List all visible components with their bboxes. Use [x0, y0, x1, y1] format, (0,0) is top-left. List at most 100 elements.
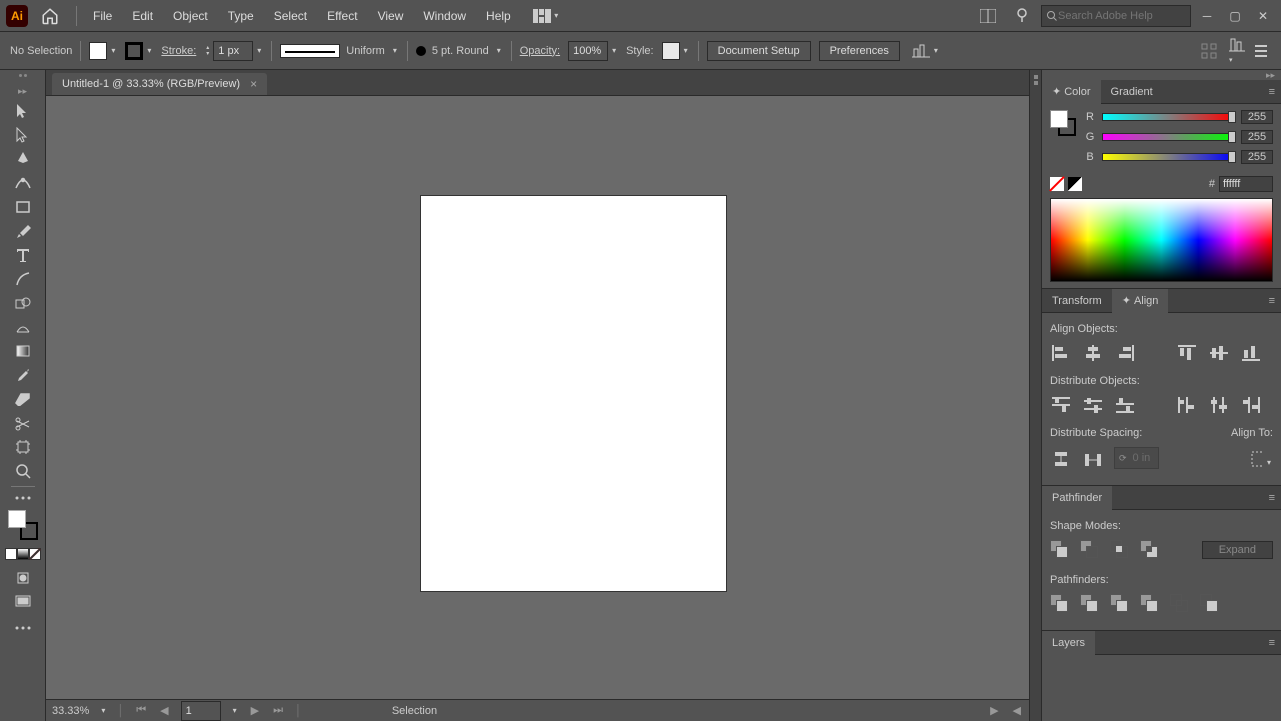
eyedropper-tool[interactable]: [8, 363, 38, 387]
align-right[interactable]: [1114, 343, 1136, 361]
tab-color[interactable]: ✦Color: [1042, 80, 1101, 104]
blue-slider[interactable]: B255: [1084, 150, 1273, 164]
direct-selection-tool[interactable]: [8, 123, 38, 147]
black-white-swatch[interactable]: [1068, 177, 1082, 191]
pen-tool[interactable]: [8, 147, 38, 171]
align-left[interactable]: [1050, 343, 1072, 361]
tab-align[interactable]: ✦Align: [1112, 289, 1169, 313]
red-slider[interactable]: R255: [1084, 110, 1273, 124]
scroll-right[interactable]: ▶: [988, 704, 1000, 717]
zoom-level[interactable]: 33.33%: [52, 705, 89, 717]
document-setup-button[interactable]: Document Setup: [707, 41, 811, 61]
stroke-weight[interactable]: ▴▾ 1 px▾: [204, 40, 263, 62]
document-tab[interactable]: Untitled-1 @ 33.33% (RGB/Preview) ×: [52, 73, 267, 95]
dist-space-v[interactable]: [1050, 449, 1072, 467]
gradient-tool[interactable]: [8, 339, 38, 363]
paintbrush-tool[interactable]: [8, 219, 38, 243]
first-artboard[interactable]: ⏮: [134, 704, 148, 717]
workspace-switcher[interactable]: ▾: [531, 5, 561, 27]
color-fill-stroke[interactable]: [1050, 110, 1076, 136]
dist-left[interactable]: [1176, 395, 1198, 413]
opacity-input[interactable]: 100%▾: [568, 40, 618, 62]
collapse-panels[interactable]: ▸▸: [1042, 70, 1281, 80]
unite[interactable]: [1050, 540, 1070, 560]
green-slider[interactable]: G255: [1084, 130, 1273, 144]
brush-definition[interactable]: Uniform▾: [280, 40, 399, 62]
tab-pathfinder[interactable]: Pathfinder: [1042, 486, 1112, 510]
intersect[interactable]: [1110, 540, 1130, 560]
transform-panel-icon[interactable]: [1201, 43, 1217, 59]
screen-mode[interactable]: [8, 590, 38, 614]
hex-input[interactable]: [1219, 176, 1273, 192]
scissors-tool[interactable]: [8, 411, 38, 435]
tab-layers[interactable]: Layers: [1042, 631, 1095, 655]
panel-grip[interactable]: [8, 74, 38, 80]
trim[interactable]: [1080, 594, 1100, 614]
color-spectrum[interactable]: [1050, 198, 1273, 282]
color-mode-selector[interactable]: [5, 548, 41, 560]
align-vcenter[interactable]: [1208, 343, 1230, 361]
dist-right[interactable]: [1240, 395, 1262, 413]
eraser-tool[interactable]: [8, 387, 38, 411]
exclude[interactable]: [1140, 540, 1160, 560]
fill-control[interactable]: ▾: [89, 40, 117, 62]
maximize-button[interactable]: ▢: [1223, 8, 1247, 24]
close-button[interactable]: ✕: [1251, 8, 1275, 24]
dist-top[interactable]: [1050, 395, 1072, 413]
tab-gradient[interactable]: Gradient: [1101, 80, 1163, 104]
rectangle-tool[interactable]: [8, 195, 38, 219]
more-tools[interactable]: [8, 620, 38, 636]
crop[interactable]: [1140, 594, 1160, 614]
scroll-left[interactable]: ◀: [1011, 704, 1023, 717]
menu-effect[interactable]: Effect: [317, 0, 367, 32]
search-input[interactable]: [1058, 10, 1178, 22]
artboard[interactable]: [421, 196, 726, 591]
none-swatch[interactable]: [1050, 177, 1064, 191]
type-tool[interactable]: [8, 243, 38, 267]
menu-select[interactable]: Select: [264, 0, 317, 32]
merge[interactable]: [1110, 594, 1130, 614]
divide[interactable]: [1050, 594, 1070, 614]
menu-object[interactable]: Object: [163, 0, 218, 32]
edit-toolbar[interactable]: [8, 490, 38, 506]
menu-edit[interactable]: Edit: [122, 0, 163, 32]
expand-tools[interactable]: ▸▸: [16, 84, 29, 99]
stroke-control[interactable]: ▾: [125, 40, 153, 62]
draw-mode[interactable]: [8, 566, 38, 590]
menu-type[interactable]: Type: [218, 0, 264, 32]
align-bottom[interactable]: [1240, 343, 1262, 361]
variable-width-profile[interactable]: 5 pt. Round▾: [416, 40, 503, 62]
align-panel-icon[interactable]: ▾: [1227, 37, 1245, 65]
menu-view[interactable]: View: [368, 0, 414, 32]
align-to-selector[interactable]: ▾: [1251, 449, 1273, 467]
search-box[interactable]: [1041, 5, 1191, 27]
menu-help[interactable]: Help: [476, 0, 521, 32]
curvature-tool[interactable]: [8, 171, 38, 195]
menu-file[interactable]: File: [83, 0, 122, 32]
fill-stroke-swatch[interactable]: [8, 510, 38, 540]
outline[interactable]: [1170, 594, 1190, 614]
spacing-value[interactable]: ⟳0 in: [1114, 447, 1159, 469]
dist-hcenter[interactable]: [1208, 395, 1230, 413]
minus-front[interactable]: [1080, 540, 1100, 560]
dist-space-h[interactable]: [1082, 449, 1104, 467]
free-transform-tool[interactable]: [8, 315, 38, 339]
close-tab-icon[interactable]: ×: [250, 77, 257, 91]
zoom-tool[interactable]: [8, 459, 38, 483]
gpu-performance-icon[interactable]: [1007, 5, 1037, 27]
last-artboard[interactable]: ⏭: [271, 704, 285, 717]
next-artboard[interactable]: ▶: [249, 704, 261, 717]
artboard-tool[interactable]: [8, 435, 38, 459]
color-panel-menu[interactable]: ≡: [1263, 86, 1281, 98]
layers-panel-menu[interactable]: ≡: [1263, 637, 1281, 649]
panel-menu-icon[interactable]: [1255, 45, 1271, 57]
menu-window[interactable]: Window: [413, 0, 476, 32]
dist-bottom[interactable]: [1114, 395, 1136, 413]
tab-transform[interactable]: Transform: [1042, 289, 1112, 313]
align-panel-menu[interactable]: ≡: [1263, 295, 1281, 307]
shape-builder-tool[interactable]: [8, 291, 38, 315]
minimize-button[interactable]: ─: [1195, 8, 1219, 24]
artboard-number[interactable]: 1: [181, 701, 221, 721]
prev-artboard[interactable]: ◀: [158, 704, 170, 717]
panel-dock-collapse[interactable]: [1029, 70, 1041, 721]
